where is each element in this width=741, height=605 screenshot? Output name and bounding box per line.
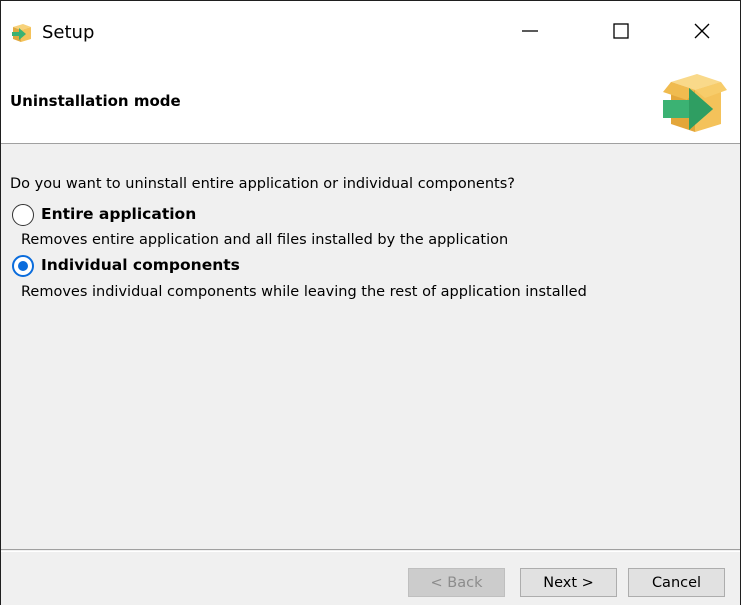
- option-description-entire-application: Removes entire application and all files…: [21, 232, 509, 248]
- wizard-header: Uninstallation mode: [1, 61, 740, 144]
- wizard-content: Do you want to uninstall entire applicat…: [1, 144, 740, 549]
- minimize-button[interactable]: [507, 11, 553, 51]
- next-button[interactable]: Next >: [520, 568, 617, 597]
- option-description-individual-components: Removes individual components while leav…: [21, 284, 587, 300]
- page-title: Uninstallation mode: [10, 92, 181, 110]
- cancel-button[interactable]: Cancel: [628, 568, 725, 597]
- maximize-button[interactable]: [598, 11, 644, 51]
- window-title: Setup: [42, 22, 95, 43]
- option-label-entire-application[interactable]: Entire application: [41, 205, 196, 223]
- close-icon: [694, 23, 710, 39]
- title-bar[interactable]: Setup: [1, 1, 740, 61]
- footer-divider: [1, 551, 740, 552]
- maximize-icon: [613, 23, 629, 39]
- radio-entire-application[interactable]: [12, 204, 34, 226]
- uninstall-question: Do you want to uninstall entire applicat…: [10, 176, 515, 192]
- close-button[interactable]: [679, 11, 725, 51]
- radio-individual-components[interactable]: [12, 255, 34, 277]
- minimize-icon: [522, 30, 538, 32]
- option-label-individual-components[interactable]: Individual components: [41, 256, 240, 274]
- setup-window: Setup Uninstallation mode Do you want to…: [0, 0, 741, 605]
- wizard-footer: < Back Next > Cancel: [1, 549, 740, 605]
- setup-app-icon: [10, 20, 34, 44]
- back-button[interactable]: < Back: [408, 568, 505, 597]
- setup-box-arrow-icon: [657, 66, 729, 138]
